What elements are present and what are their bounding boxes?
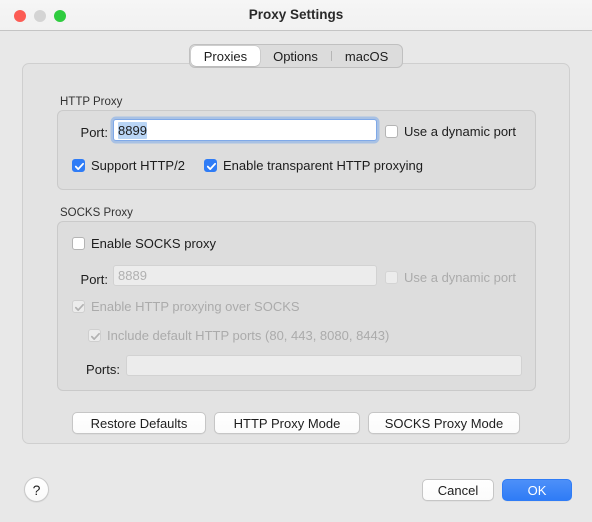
tab-segmented-control: Proxies Options macOS	[188, 44, 404, 68]
http-dynamic-port-label: Use a dynamic port	[404, 124, 516, 139]
tab-options[interactable]: Options	[260, 46, 331, 66]
ok-button[interactable]: OK	[502, 479, 572, 501]
http-dynamic-port-checkbox[interactable]: Use a dynamic port	[385, 124, 516, 139]
socks-enable-checkbox[interactable]: Enable SOCKS proxy	[72, 236, 216, 251]
checkbox-icon	[72, 237, 85, 250]
socks-ports-input[interactable]	[126, 355, 522, 376]
socks-ports-label: Ports:	[86, 362, 120, 377]
socks-default-ports-label: Include default HTTP ports (80, 443, 808…	[107, 328, 390, 343]
http-port-input[interactable]: 8899	[113, 119, 377, 141]
proxy-settings-window: Proxy Settings Proxies Options macOS HTT…	[0, 0, 592, 522]
http-proxy-mode-button[interactable]: HTTP Proxy Mode	[214, 412, 360, 434]
socks-http-over-socks-checkbox: Enable HTTP proxying over SOCKS	[72, 299, 300, 314]
http-support-http2-label: Support HTTP/2	[91, 158, 185, 173]
socks-enable-label: Enable SOCKS proxy	[91, 236, 217, 251]
http-proxy-group-title: HTTP Proxy	[60, 96, 123, 108]
socks-port-input[interactable]: 8889	[113, 265, 377, 286]
titlebar: Proxy Settings	[0, 0, 592, 31]
socks-port-label: Port:	[80, 272, 108, 287]
checkmark-icon	[88, 329, 101, 342]
restore-defaults-button[interactable]: Restore Defaults	[72, 412, 206, 434]
socks-proxy-group-title: SOCKS Proxy	[60, 207, 133, 219]
http-transparent-proxying-checkbox[interactable]: Enable transparent HTTP proxying	[204, 158, 423, 173]
socks-http-over-socks-label: Enable HTTP proxying over SOCKS	[91, 299, 300, 314]
socks-dynamic-port-checkbox: Use a dynamic port	[385, 270, 516, 285]
socks-proxy-mode-button[interactable]: SOCKS Proxy Mode	[368, 412, 520, 434]
http-transparent-proxying-label: Enable transparent HTTP proxying	[223, 158, 423, 173]
checkbox-icon	[385, 271, 398, 284]
tab-proxies[interactable]: Proxies	[190, 46, 261, 66]
help-button[interactable]: ?	[24, 477, 49, 502]
cancel-button[interactable]: Cancel	[422, 479, 494, 501]
socks-default-ports-checkbox: Include default HTTP ports (80, 443, 808…	[88, 328, 389, 343]
http-port-label: Port:	[80, 125, 108, 140]
checkbox-icon	[385, 125, 398, 138]
checkmark-icon	[72, 300, 85, 313]
http-port-value: 8899	[118, 121, 147, 139]
checkmark-icon	[204, 159, 217, 172]
tab-macos[interactable]: macOS	[332, 46, 401, 66]
window-title: Proxy Settings	[248, 7, 344, 22]
checkmark-icon	[72, 159, 85, 172]
socks-port-value: 8889	[118, 268, 147, 283]
socks-dynamic-port-label: Use a dynamic port	[404, 270, 516, 285]
http-support-http2-checkbox[interactable]: Support HTTP/2	[72, 158, 185, 173]
question-mark-icon: ?	[32, 481, 41, 498]
